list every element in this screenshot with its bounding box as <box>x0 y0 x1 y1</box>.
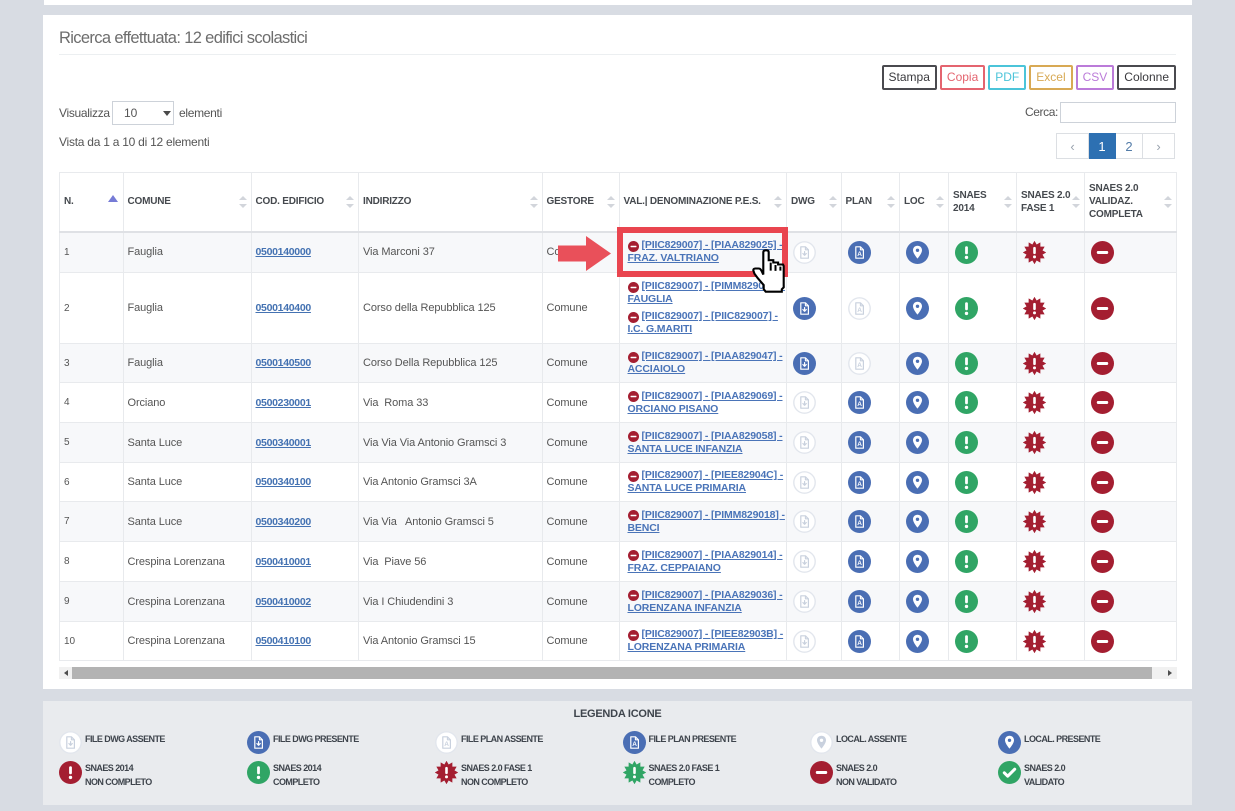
svg-text:A: A <box>857 362 862 369</box>
svg-text:A: A <box>857 560 862 567</box>
svg-text:A: A <box>857 640 862 647</box>
svg-text:A: A <box>857 307 862 314</box>
svg-text:A: A <box>857 251 862 258</box>
svg-text:A: A <box>857 600 862 607</box>
svg-text:A: A <box>632 741 637 748</box>
svg-text:A: A <box>444 741 449 748</box>
svg-text:A: A <box>857 441 862 448</box>
svg-text:A: A <box>857 520 862 527</box>
svg-text:A: A <box>857 481 862 488</box>
svg-text:A: A <box>857 401 862 408</box>
